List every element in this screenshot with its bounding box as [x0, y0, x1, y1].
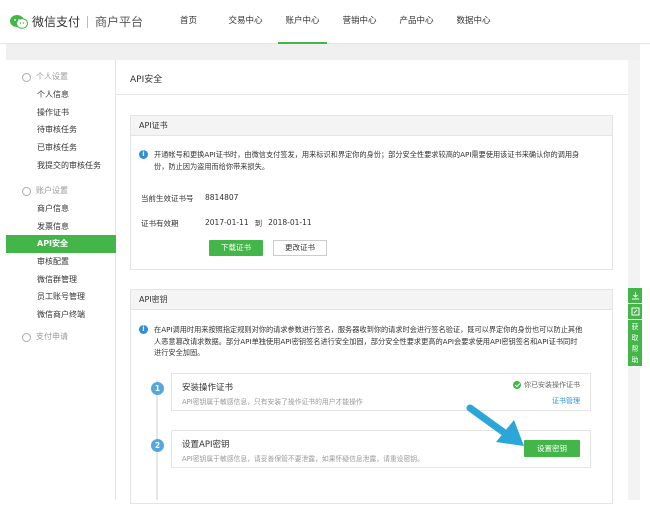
download-float-button[interactable] — [628, 288, 642, 304]
top-header: 微信支付 商户平台 首页 交易中心 账户中心 营销中心 产品中心 数据中心 — [0, 0, 650, 44]
cert-validity-to-word: 到 — [254, 219, 263, 228]
step-title: 安装操作证书 — [182, 383, 234, 393]
brand-logo[interactable]: 微信支付 商户平台 — [10, 13, 143, 30]
user-icon — [22, 72, 31, 82]
panel-title: API证书 — [131, 116, 612, 136]
sidebar-item-reviewed[interactable]: 已审核任务 — [6, 139, 116, 157]
page-title: API安全 — [130, 75, 163, 85]
pointer-arrow-icon — [466, 404, 524, 446]
panel-title: API密钥 — [131, 290, 612, 310]
sidebar-item-personal-info[interactable]: 个人信息 — [6, 86, 116, 104]
sidebar-item-wechat-group[interactable]: 微信群管理 — [6, 271, 116, 289]
sidebar-item-pending-review[interactable]: 待审核任务 — [6, 121, 116, 139]
edit-icon — [631, 307, 639, 316]
sidebar-item-review-config[interactable]: 审核配置 — [6, 253, 116, 271]
sidebar-item-staff-accounts[interactable]: 员工账号管理 — [6, 288, 116, 306]
step-desc: API密钥属于敏感信息，请妥善保管不要泄露，如果怀疑信息泄露，请重设密钥。 — [182, 455, 424, 463]
sidebar-item-my-submitted[interactable]: 我提交的审核任务 — [6, 157, 116, 175]
sidebar: 个人设置 个人信息 操作证书 待审核任务 已审核任务 我提交的审核任务 账户设置… — [6, 60, 116, 500]
cert-validity-to: 2018-01-11 — [268, 218, 312, 227]
sidebar-group-personal: 个人设置 个人信息 操作证书 待审核任务 已审核任务 我提交的审核任务 — [6, 68, 116, 174]
sidebar-group-title: 账户设置 — [6, 182, 116, 200]
download-cert-button[interactable]: 下载证书 — [209, 240, 263, 256]
step-desc: API密钥属于敏感信息，只有安装了操作证书的用户才能操作 — [182, 398, 363, 406]
cert-serial-label: 当前生效证书号 — [141, 194, 194, 203]
cert-serial-row: 当前生效证书号 8814807 — [141, 193, 238, 204]
step-number-2: 2 — [151, 439, 164, 452]
check-circle-icon — [22, 332, 31, 342]
brand-name: 微信支付 — [32, 15, 81, 29]
check-icon — [513, 381, 521, 389]
nav-account-center[interactable]: 账户中心 — [274, 0, 331, 44]
float-toolbar: 获取帮助 — [628, 288, 642, 366]
key-info-text: 在API调用时用来按照指定规则对你的请求参数进行签名，服务器收到你的请求时会进行… — [154, 325, 583, 357]
nav-trade-center[interactable]: 交易中心 — [217, 0, 274, 44]
sidebar-item-merchant-terminal[interactable]: 微信商户终端 — [6, 306, 116, 324]
sidebar-group-payment-apply[interactable]: 支付申请 — [6, 328, 116, 346]
cert-installed-status: 你已安装操作证书 — [513, 380, 580, 390]
brand-divider — [87, 15, 89, 28]
brand-subtitle: 商户平台 — [95, 15, 144, 29]
change-cert-button[interactable]: 更改证书 — [273, 240, 327, 256]
cert-validity-label: 证书有效期 — [141, 219, 179, 228]
sidebar-item-operation-cert[interactable]: 操作证书 — [6, 104, 116, 122]
cert-info-text: 开通帐号和更换API证书时，由微信支付签发，用来标识和界定你的身份；部分安全性要… — [154, 150, 580, 171]
cert-info: i 开通帐号和更换API证书时，由微信支付签发，用来标识和界定你的身份；部分安全… — [139, 149, 584, 172]
nav-marketing-center[interactable]: 营销中心 — [331, 0, 388, 44]
cert-validity-row: 证书有效期 2017-01-11 到 2018-01-11 — [141, 218, 312, 229]
cert-validity-from: 2017-01-11 — [205, 218, 249, 227]
get-help-button[interactable]: 获取帮助 — [628, 320, 642, 366]
nav-product-center[interactable]: 产品中心 — [388, 0, 445, 44]
top-nav: 首页 交易中心 账户中心 营销中心 产品中心 数据中心 — [160, 0, 502, 44]
sidebar-group-account: 账户设置 商户信息 发票信息 API安全 审核配置 微信群管理 员工账号管理 微… — [6, 182, 116, 324]
cert-serial-value: 8814807 — [205, 193, 239, 202]
step-title: 设置API密钥 — [182, 440, 230, 450]
key-info: i 在API调用时用来按照指定规则对你的请求参数进行签名，服务器收到你的请求时会… — [139, 324, 584, 359]
step-number-1: 1 — [151, 382, 164, 395]
wechat-pay-icon — [10, 14, 28, 30]
header-band — [6, 44, 640, 60]
title-divider — [116, 94, 628, 95]
sidebar-group-title: 个人设置 — [6, 68, 116, 86]
api-cert-panel: API证书 i 开通帐号和更换API证书时，由微信支付签发，用来标识和界定你的身… — [130, 115, 613, 270]
info-icon: i — [139, 150, 148, 159]
nav-home[interactable]: 首页 — [160, 0, 217, 44]
edit-float-button[interactable] — [628, 304, 642, 320]
sidebar-item-merchant-info[interactable]: 商户信息 — [6, 200, 116, 218]
main-content: API安全 API证书 i 开通帐号和更换API证书时，由微信支付签发，用来标识… — [116, 60, 628, 504]
nav-data-center[interactable]: 数据中心 — [445, 0, 502, 44]
gear-icon — [22, 186, 31, 196]
sidebar-item-api-security[interactable]: API安全 — [6, 235, 116, 254]
cert-manage-link[interactable]: 证书管理 — [552, 396, 580, 406]
sidebar-group-title[interactable]: 支付申请 — [6, 328, 116, 346]
download-icon — [631, 292, 639, 300]
step-install-cert: 安装操作证书 API密钥属于敏感信息，只有安装了操作证书的用户才能操作 你已安装… — [171, 373, 591, 411]
sidebar-item-invoice-info[interactable]: 发票信息 — [6, 218, 116, 236]
set-key-button[interactable]: 设置密钥 — [524, 440, 580, 457]
info-icon: i — [139, 325, 148, 334]
